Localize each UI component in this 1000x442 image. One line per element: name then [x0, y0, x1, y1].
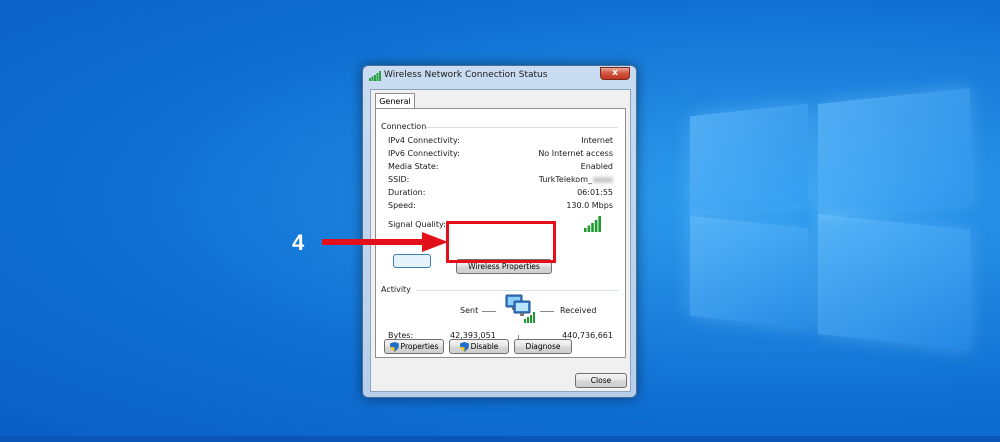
ssid-redaction	[593, 176, 613, 183]
media-state-label: Media State:	[388, 162, 439, 171]
connection-group-title: Connection	[381, 122, 427, 131]
highlight-box	[446, 221, 556, 263]
ipv6-value: No Internet access	[538, 149, 613, 158]
step-number: 4	[292, 230, 305, 255]
ssid-text: TurkTelekom_	[538, 175, 592, 184]
title-bar[interactable]: Wireless Network Connection Status x	[363, 66, 636, 88]
disable-label: Disable	[470, 342, 499, 351]
wireless-signal-icon	[369, 71, 381, 81]
details-button[interactable]	[393, 254, 431, 268]
disable-button[interactable]: Disable	[449, 339, 509, 354]
windows-logo-pane	[690, 215, 808, 329]
diagnose-label: Diagnose	[525, 342, 561, 351]
network-computers-icon	[505, 294, 535, 323]
desktop-bottom-edge	[0, 436, 1000, 442]
close-button[interactable]: Close	[575, 373, 627, 388]
properties-button[interactable]: Properties	[384, 339, 444, 354]
wireless-properties-label: Wireless Properties	[468, 262, 540, 271]
window-title: Wireless Network Connection Status	[384, 70, 548, 80]
sent-label: Sent	[460, 306, 479, 315]
group-divider	[426, 127, 618, 128]
tab-general[interactable]: General	[375, 93, 415, 109]
speed-value: 130.0 Mbps	[566, 201, 613, 210]
group-divider	[416, 290, 618, 291]
red-arrow-icon	[322, 232, 448, 252]
ipv6-label: IPv6 Connectivity:	[388, 149, 460, 158]
ipv4-value: Internet	[581, 136, 613, 145]
properties-label: Properties	[400, 342, 439, 351]
windows-logo-pane	[818, 88, 970, 219]
windows-logo-pane	[818, 214, 970, 350]
signal-strength-icon	[584, 216, 601, 232]
duration-value: 06:01:55	[577, 188, 613, 197]
media-state-value: Enabled	[580, 162, 613, 171]
speed-label: Speed:	[388, 201, 416, 210]
ssid-value: TurkTelekom_	[539, 175, 613, 184]
diagnose-button[interactable]: Diagnose	[514, 339, 572, 354]
signal-quality-label: Signal Quality:	[388, 220, 446, 229]
shield-icon	[389, 341, 399, 352]
shield-icon	[459, 341, 469, 352]
close-label: Close	[590, 376, 612, 385]
activity-group-title: Activity	[381, 285, 411, 294]
received-label: Received	[560, 306, 597, 315]
windows-logo-pane	[690, 103, 808, 217]
received-line	[540, 311, 554, 312]
close-window-button[interactable]: x	[600, 67, 630, 80]
duration-label: Duration:	[388, 188, 426, 197]
ipv4-label: IPv4 Connectivity:	[388, 136, 460, 145]
ssid-label: SSID:	[388, 175, 410, 184]
sent-line	[482, 311, 496, 312]
